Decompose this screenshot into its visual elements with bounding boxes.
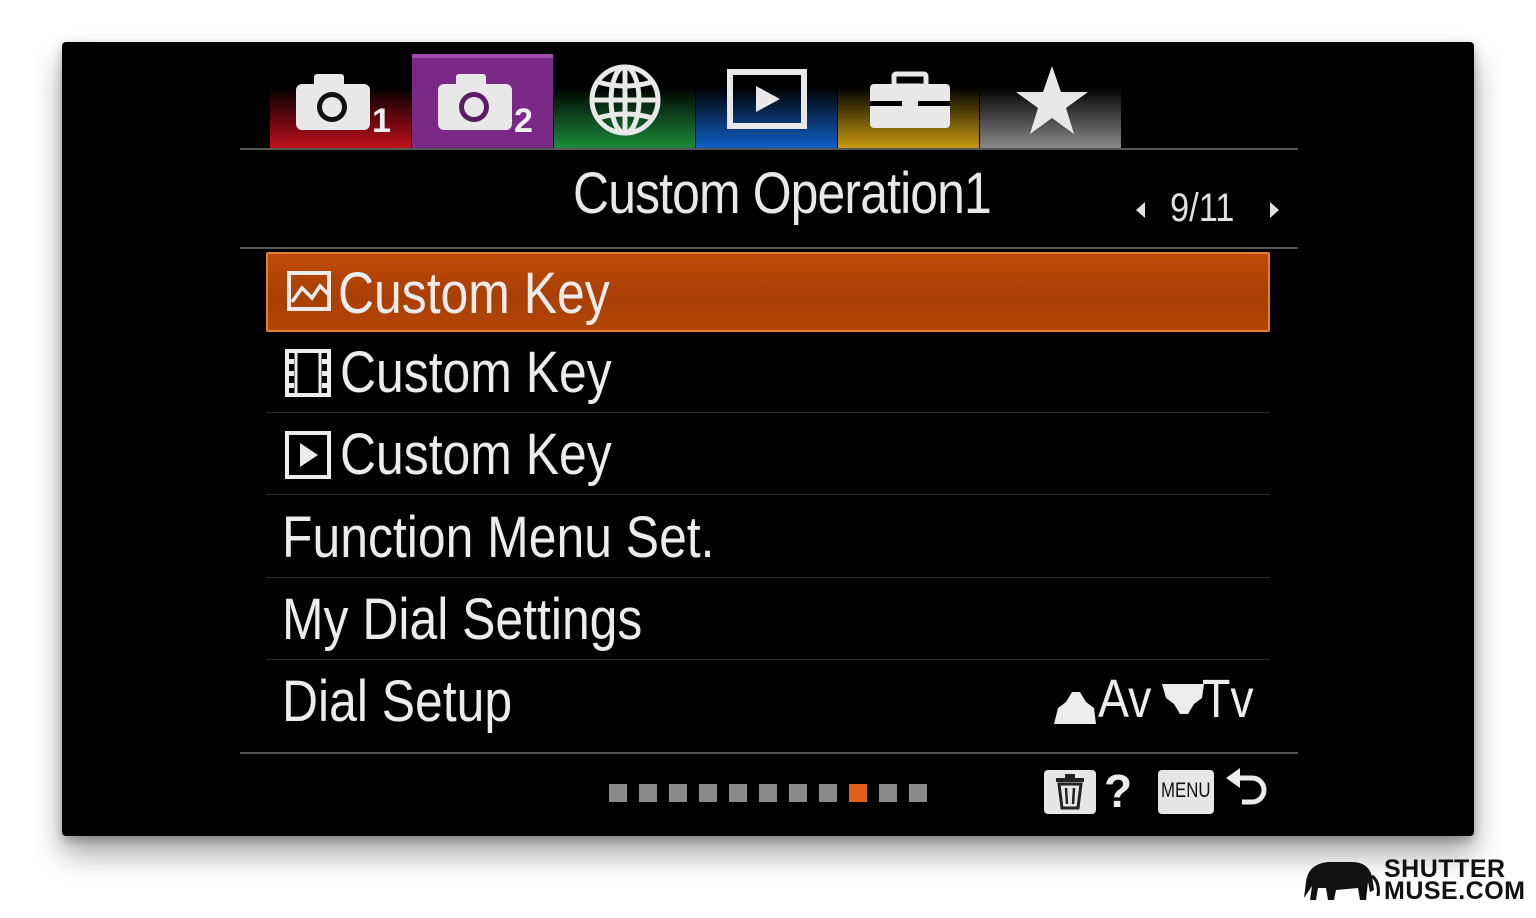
menu-item-label: Function Menu Set. (282, 505, 715, 570)
tab-setup[interactable] (838, 54, 979, 148)
globe-icon (589, 64, 661, 136)
page-prev-icon[interactable] (1136, 202, 1145, 218)
playback-icon (285, 431, 331, 479)
playback-icon (727, 69, 807, 129)
page-dot (669, 784, 687, 802)
help-icon: ? (1104, 765, 1133, 817)
page-dot (849, 784, 867, 802)
menu-item-label: Custom Key (340, 340, 612, 405)
menu-button-icon: MENU (1158, 770, 1214, 814)
dial-value-tv: Tv (1202, 669, 1254, 729)
watermark-text: SHUTTER MUSE.COM (1384, 857, 1526, 905)
menu-item-label: Custom Key (338, 261, 610, 326)
menu-item-custom-key-playback[interactable]: Custom Key (266, 415, 1270, 495)
elephant-logo-icon (1304, 862, 1380, 900)
tab-camera-settings-2[interactable]: 2 (412, 54, 553, 148)
dial-value-av: Av (1098, 669, 1152, 729)
toolbox-icon (870, 71, 950, 128)
page-next-icon[interactable] (1270, 202, 1279, 218)
menu-item-my-dial-settings[interactable]: My Dial Settings (266, 580, 1270, 660)
page-dot (909, 784, 927, 802)
page-dot (789, 784, 807, 802)
rear-dial-icon (1162, 684, 1204, 714)
menu-item-label: Custom Key (340, 422, 612, 487)
footer-rule (240, 752, 1298, 754)
menu-item-label: Dial Setup (282, 669, 513, 734)
watermark-line2: MUSE.COM (1384, 877, 1526, 905)
tab-network[interactable] (554, 54, 695, 148)
page-dot (879, 784, 897, 802)
page-dot (609, 784, 627, 802)
trash-icon (1044, 770, 1096, 814)
header-top-rule (240, 148, 1298, 150)
movie-icon (285, 349, 331, 397)
tab-number: 1 (372, 102, 391, 140)
menu-button-label: MENU (1161, 779, 1211, 802)
menu-item-dial-setup[interactable]: Dial Setup Av Tv (266, 662, 1270, 742)
page-dot (639, 784, 657, 802)
tab-my-menu[interactable] (980, 54, 1121, 148)
menu-item-custom-key-movie[interactable]: Custom Key (266, 333, 1270, 413)
page-number: 9/11 (1170, 186, 1235, 230)
page-indicator[interactable]: 9/11 (1132, 186, 1282, 236)
page-dot (699, 784, 717, 802)
page-dot (729, 784, 747, 802)
tab-number: 2 (514, 102, 533, 140)
shuttermuse-watermark: SHUTTER MUSE.COM (1296, 852, 1526, 908)
page-title: Custom Operation1 (573, 161, 992, 226)
back-arrow-icon (1226, 768, 1267, 805)
dial-setup-value: Av Tv (1052, 669, 1254, 732)
header-bottom-rule (240, 247, 1298, 249)
still-image-icon (287, 271, 331, 311)
front-dial-icon (1054, 692, 1096, 724)
star-icon (1016, 66, 1088, 134)
camera-menu-screen: 1 2 Custom Operation1 9/11 Custom Key Cu… (62, 42, 1474, 836)
menu-item-function-menu-set[interactable]: Function Menu Set. (266, 498, 1270, 578)
menu-item-label: My Dial Settings (282, 587, 643, 652)
page-dot (819, 784, 837, 802)
menu-item-custom-key-still[interactable]: Custom Key (266, 252, 1270, 332)
tab-playback[interactable] (696, 54, 837, 148)
tab-camera-settings-1[interactable]: 1 (270, 54, 411, 148)
page-dot (759, 784, 777, 802)
